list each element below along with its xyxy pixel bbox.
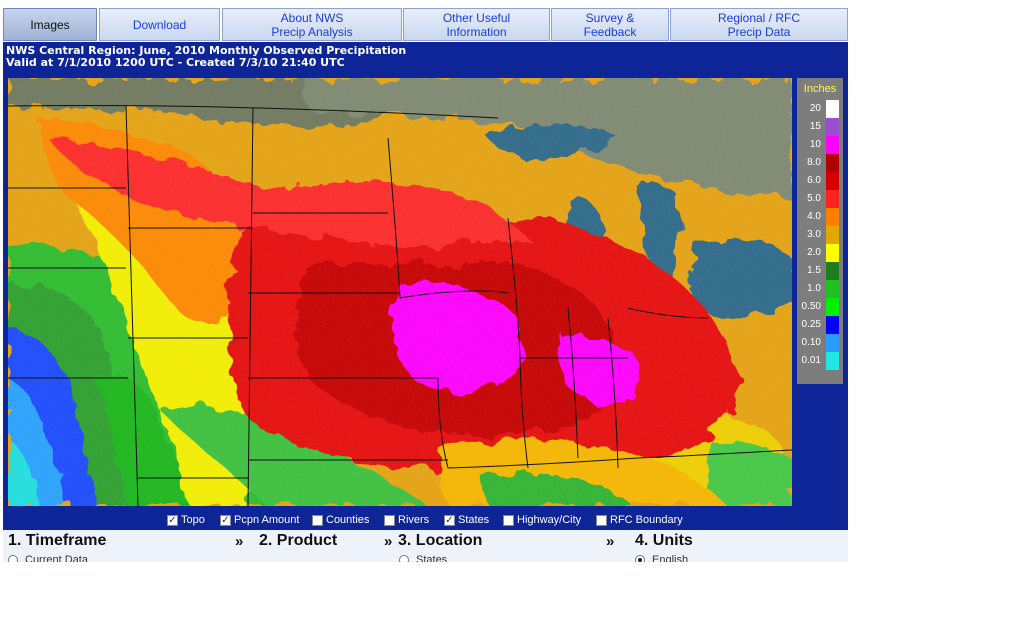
radio-icon[interactable] (399, 555, 409, 562)
radio-current-data[interactable]: Current Data (8, 554, 88, 562)
legend-label: 0.25 (801, 319, 821, 330)
tab-label: Other Useful Information (442, 10, 511, 39)
checkbox-icon[interactable]: ✓ (220, 514, 231, 526)
tab-label: Download (132, 17, 187, 32)
legend-swatch (826, 262, 839, 280)
checkbox-icon[interactable] (384, 514, 395, 526)
checkbox-icon[interactable] (503, 514, 514, 526)
legend-label: 1.5 (807, 265, 821, 276)
map-validity: Valid at 7/1/2010 1200 UTC - Created 7/3… (6, 56, 345, 69)
legend-label: 0.10 (801, 337, 821, 348)
step-arrow-icon: » (384, 533, 393, 550)
tab-images[interactable]: Images (3, 8, 97, 41)
tab-about[interactable]: About NWS Precip Analysis (222, 8, 402, 41)
tab-label: Images (30, 17, 70, 32)
step-location[interactable]: 3. Location (398, 532, 482, 550)
layer-topo[interactable]: ✓ Topo (167, 514, 205, 526)
step-timeframe[interactable]: 1. Timeframe (8, 532, 106, 550)
layer-label: Rivers (398, 514, 430, 526)
radio-label: English (652, 554, 689, 562)
layer-label: Pcpn Amount (234, 514, 300, 526)
step-arrow-icon: » (235, 533, 244, 550)
radio-states[interactable]: States (399, 554, 447, 562)
layer-pcpn-amount[interactable]: ✓ Pcpn Amount (220, 514, 299, 526)
tab-label: Regional / RFC Precip Data (717, 10, 801, 39)
legend-label: 1.0 (807, 283, 821, 294)
legend-label: 0.01 (801, 355, 821, 366)
precip-map-image (8, 78, 792, 506)
nav-tabs: Images Download About NWS Precip Analysi… (3, 5, 848, 42)
map-header: NWS Central Region: June, 2010 Monthly O… (6, 45, 406, 69)
tab-regional-rfc[interactable]: Regional / RFC Precip Data (670, 8, 848, 41)
legend-label: 4.0 (807, 211, 821, 222)
radio-label: States (416, 554, 448, 562)
checkbox-icon[interactable] (596, 514, 607, 526)
layer-rivers[interactable]: Rivers (384, 514, 429, 526)
step-bar: 1. Timeframe » 2. Product » 3. Location … (3, 530, 848, 562)
layer-label: States (458, 514, 490, 526)
legend-swatch (826, 190, 839, 208)
checkbox-icon[interactable]: ✓ (167, 514, 178, 526)
legend-swatch (826, 172, 839, 190)
legend-title: Inches (803, 83, 837, 95)
legend-label: 20 (809, 103, 821, 114)
legend-swatch (826, 208, 839, 226)
checkbox-icon[interactable]: ✓ (444, 514, 455, 526)
step-arrow-icon: » (606, 533, 615, 550)
radio-icon[interactable] (8, 555, 18, 562)
layer-options: ✓ Topo ✓ Pcpn Amount Counties Rivers ✓ Stat… (3, 510, 848, 530)
legend-swatch (826, 244, 839, 262)
tab-survey[interactable]: Survey & Feedback (551, 8, 669, 41)
layer-states[interactable]: ✓ States (444, 514, 489, 526)
layer-label: RFC Boundary (610, 514, 683, 526)
tab-download[interactable]: Download (99, 8, 220, 41)
checkbox-icon[interactable] (312, 514, 323, 526)
legend-swatch (826, 352, 839, 370)
legend-label: 15 (809, 121, 821, 132)
legend-label: 2.0 (807, 247, 821, 258)
legend-label: 0.50 (801, 301, 821, 312)
tab-label: About NWS Precip Analysis (271, 10, 353, 39)
precip-legend: Inches 20 15 10 8.0 6.0 5.0 4.0 3.0 2.0 1.5 1.0 0.5… (797, 78, 843, 384)
legend-swatch (826, 316, 839, 334)
legend-label: 8.0 (807, 157, 821, 168)
radio-selected-icon[interactable] (635, 555, 645, 562)
step-product[interactable]: 2. Product (259, 532, 337, 550)
legend-swatch (826, 136, 839, 154)
layer-label: Highway/City (517, 514, 582, 526)
legend-swatch (826, 118, 839, 136)
tab-other-info[interactable]: Other Useful Information (403, 8, 550, 41)
layer-rfc-boundary[interactable]: RFC Boundary (596, 514, 683, 526)
legend-label: 6.0 (807, 175, 821, 186)
legend-swatch (826, 334, 839, 352)
step-units[interactable]: 4. Units (635, 532, 693, 550)
legend-label: 3.0 (807, 229, 821, 240)
legend-swatch (826, 154, 839, 172)
map-panel: NWS Central Region: June, 2010 Monthly O… (3, 42, 848, 530)
legend-swatch (826, 226, 839, 244)
legend-swatch (826, 100, 839, 118)
radio-label: Current Data (25, 554, 88, 562)
layer-counties[interactable]: Counties (312, 514, 369, 526)
radio-english[interactable]: English (635, 554, 688, 562)
precip-map[interactable] (8, 78, 792, 506)
legend-label: 10 (809, 139, 821, 150)
tab-label: Survey & Feedback (583, 10, 637, 39)
layer-label: Topo (181, 514, 205, 526)
precip-analysis-app: Images Download About NWS Precip Analysi… (3, 5, 848, 562)
layer-highway-city[interactable]: Highway/City (503, 514, 581, 526)
layer-label: Counties (326, 514, 370, 526)
legend-swatch (826, 298, 839, 316)
legend-label: 5.0 (807, 193, 821, 204)
legend-swatch (826, 280, 839, 298)
